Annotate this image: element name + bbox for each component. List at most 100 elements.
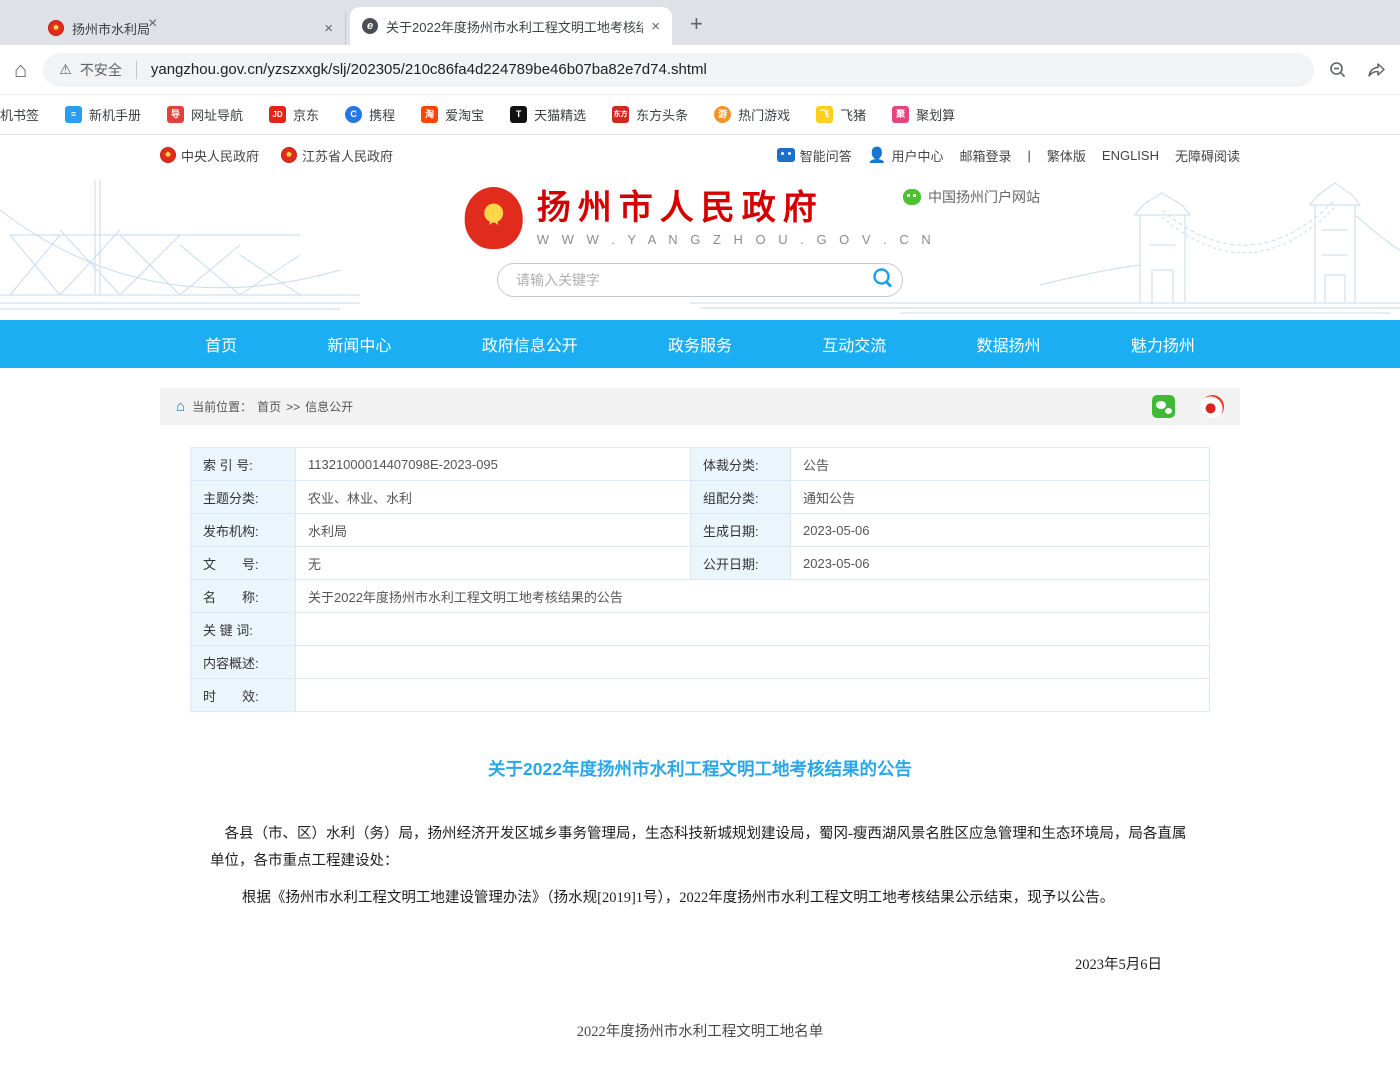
bookmark-label: 携程 — [369, 105, 395, 124]
meta-label: 体裁分类: — [691, 448, 791, 481]
nav-item-home[interactable]: 首页 — [205, 332, 237, 356]
browser-tab-active-notice[interactable]: e 关于2022年度扬州市水利工程文明工地考核结果的公告 × — [350, 7, 672, 45]
close-icon[interactable]: × — [324, 20, 333, 37]
nav-item-services[interactable]: 政务服务 — [668, 332, 732, 356]
meta-value: 水利局 — [296, 514, 691, 547]
meta-value — [296, 613, 1210, 646]
bookmark-item[interactable]: T 天猫精选 — [510, 105, 586, 124]
search-icon[interactable] — [870, 265, 896, 296]
robot-icon — [777, 148, 795, 162]
site-favicon: e — [362, 18, 378, 34]
breadcrumb-label: 当前位置： — [192, 398, 252, 415]
portal-wechat-link[interactable]: 中国扬州门户网站 — [903, 187, 1040, 207]
zoom-out-icon[interactable] — [1328, 60, 1348, 80]
table-row: 名 称: 关于2022年度扬州市水利工程文明工地考核结果的公告 — [191, 580, 1210, 613]
meta-label: 公开日期: — [691, 547, 791, 580]
user-center-link[interactable]: 👤 用户中心 — [868, 146, 944, 165]
divider: | — [1028, 148, 1031, 163]
smart-qa-link[interactable]: 智能问答 — [777, 146, 852, 165]
table-row: 主题分类: 农业、林业、水利 组配分类: 通知公告 — [191, 481, 1210, 514]
breadcrumb-current-link[interactable]: 信息公开 — [305, 398, 353, 415]
nav-item-info-disclosure[interactable]: 政府信息公开 — [482, 332, 578, 356]
site-nav-bookmark-icon: 导 — [167, 106, 184, 123]
meta-label: 时 效: — [191, 679, 296, 712]
bookmark-item[interactable]: 机书签 — [0, 105, 39, 124]
breadcrumb: ⌂ 当前位置： 首页 >> 信息公开 — [160, 388, 1240, 425]
page-content: ⌂ 当前位置： 首页 >> 信息公开 索 引 号: 11321000014407… — [160, 388, 1240, 1071]
meta-value: 通知公告 — [791, 481, 1210, 514]
manual-bookmark-icon: ≡ — [65, 106, 82, 123]
bookmark-label: 京东 — [293, 105, 319, 124]
person-icon: 👤 — [868, 146, 887, 164]
table-row: 索 引 号: 11321000014407098E-2023-095 体裁分类:… — [191, 448, 1210, 481]
table-row: 时 效: — [191, 679, 1210, 712]
bookmark-label: 聚划算 — [916, 105, 955, 124]
meta-value: 无 — [296, 547, 691, 580]
bookmark-item[interactable]: C 携程 — [345, 105, 395, 124]
wechat-share-icon[interactable] — [1152, 395, 1175, 418]
bookmark-item[interactable]: 飞 飞猪 — [816, 105, 866, 124]
wechat-icon — [903, 189, 921, 205]
close-icon[interactable]: × — [148, 15, 157, 33]
table-row: 内容概述: — [191, 646, 1210, 679]
article: 关于2022年度扬州市水利工程文明工地考核结果的公告 各县（市、区）水利（务）局… — [160, 756, 1240, 1071]
site-top-strip: ★ 中央人民政府 ★ 江苏省人民政府 智能问答 👤 用户中心 邮箱登录 | 繁体… — [0, 135, 1400, 175]
nav-item-news[interactable]: 新闻中心 — [327, 332, 391, 356]
weibo-share-icon[interactable] — [1201, 395, 1224, 418]
mail-login-link[interactable]: 邮箱登录 — [959, 146, 1011, 165]
home-icon: ⌂ — [176, 398, 185, 415]
nav-item-interaction[interactable]: 互动交流 — [822, 332, 886, 356]
site-logo[interactable]: ★ 扬州市人民政府 W W W . Y A N G Z H O U . G O … — [465, 187, 936, 249]
bookmark-item[interactable]: 东方 东方头条 — [612, 105, 688, 124]
site-search — [497, 263, 903, 297]
nav-item-charm[interactable]: 魅力扬州 — [1131, 332, 1195, 356]
bookmark-item[interactable]: ≡ 新机手册 — [65, 105, 141, 124]
breadcrumb-home-link[interactable]: 首页 — [257, 398, 281, 415]
share-icon[interactable] — [1366, 60, 1386, 80]
traditional-chinese-link[interactable]: 繁体版 — [1047, 146, 1086, 165]
divider — [136, 61, 137, 79]
bookmark-label: 热门游戏 — [738, 105, 790, 124]
browser-tab-bar: × ★ 扬州市水利局 × e 关于2022年度扬州市水利工程文明工地考核结果的公… — [0, 0, 1400, 45]
bookmark-item[interactable]: JD 京东 — [269, 105, 319, 124]
close-icon[interactable]: × — [651, 18, 660, 35]
browser-tab-shuiliju[interactable]: ★ 扬州市水利局 × — [36, 11, 346, 45]
nav-item-data[interactable]: 数据扬州 — [977, 332, 1041, 356]
fliggy-bookmark-icon: 飞 — [816, 106, 833, 123]
meta-label: 发布机构: — [191, 514, 296, 547]
ctrip-bookmark-icon: C — [345, 106, 362, 123]
not-secure-warning-icon[interactable]: ⚠ — [59, 61, 72, 78]
home-icon[interactable]: ⌂ — [14, 57, 27, 83]
juhuasuan-bookmark-icon: 聚 — [892, 106, 909, 123]
gov-link-label: 江苏省人民政府 — [302, 146, 393, 165]
link-jiangsu-gov[interactable]: ★ 江苏省人民政府 — [281, 146, 393, 165]
bookmark-label: 东方头条 — [636, 105, 688, 124]
bookmark-item[interactable]: 游 热门游戏 — [714, 105, 790, 124]
national-emblem-icon: ★ — [465, 187, 523, 249]
meta-value: 农业、林业、水利 — [296, 481, 691, 514]
english-link[interactable]: ENGLISH — [1102, 148, 1159, 163]
url-text[interactable]: yangzhou.gov.cn/yzszxxgk/slj/202305/210c… — [151, 61, 707, 78]
article-paragraph: 各县（市、区）水利（务）局，扬州经济开发区城乡事务管理局，生态科技新城规划建设局… — [210, 821, 1190, 875]
meta-label: 组配分类: — [691, 481, 791, 514]
taobao-bookmark-icon: 淘 — [421, 106, 438, 123]
new-tab-button[interactable]: + — [690, 13, 703, 35]
bookmark-item[interactable]: 聚 聚划算 — [892, 105, 955, 124]
toutiao-bookmark-icon: 东方 — [612, 106, 629, 123]
bookmark-label: 网址导航 — [191, 105, 243, 124]
bookmark-item[interactable]: 导 网址导航 — [167, 105, 243, 124]
link-central-gov[interactable]: ★ 中央人民政府 — [160, 146, 259, 165]
bookmark-item[interactable]: 淘 爱淘宝 — [421, 105, 484, 124]
meta-value: 11321000014407098E-2023-095 — [296, 448, 691, 481]
tab-title: 扬州市水利局 — [72, 19, 316, 38]
address-bar[interactable]: ⚠ 不安全 yangzhou.gov.cn/yzszxxgk/slj/20230… — [43, 53, 1314, 87]
list-section-title: 2022年度扬州市水利工程文明工地名单 — [210, 1020, 1190, 1041]
utility-label: 邮箱登录 — [959, 146, 1011, 165]
meta-value: 2023-05-06 — [791, 547, 1210, 580]
meta-label: 文 号: — [191, 547, 296, 580]
meta-value: 2023-05-06 — [791, 514, 1210, 547]
gov-emblem-icon: ★ — [281, 147, 297, 163]
meta-label: 内容概述: — [191, 646, 296, 679]
search-input[interactable] — [514, 271, 870, 289]
accessibility-link[interactable]: 无障碍阅读 — [1175, 146, 1240, 165]
